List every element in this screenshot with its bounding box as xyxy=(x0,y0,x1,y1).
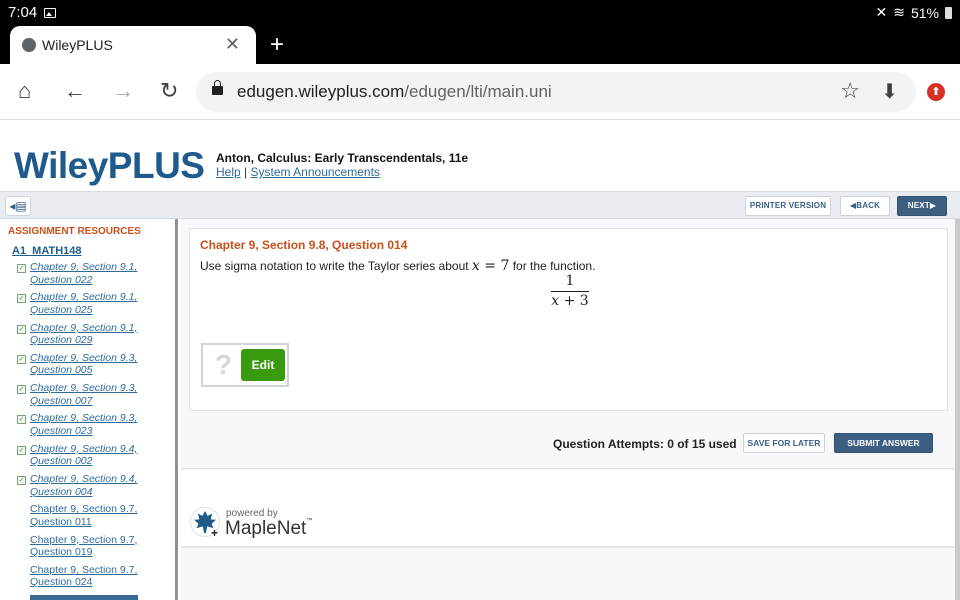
completed-check-icon: ✓ xyxy=(17,385,26,395)
submit-answer-button[interactable]: SUBMIT ANSWER xyxy=(834,433,933,453)
question-toolbar: ◂▤ PRINTER VERSION ◀BACK NEXT▶ xyxy=(0,191,960,219)
battery-icon xyxy=(945,6,952,19)
sidebar-question-item[interactable]: ✓ Chapter 9, Section 9.1, Question 029 xyxy=(14,322,174,352)
sidebar-question-item[interactable]: Chapter 9, Section 9.7, Question 024 xyxy=(14,564,174,594)
sidebar-question-item[interactable]: Chapter 9, Section 9.7, Question 011 xyxy=(14,503,174,533)
assignment-link[interactable]: A1_MATH148 xyxy=(12,245,82,257)
link-separator: | xyxy=(244,165,248,179)
sidebar-question-item[interactable]: ✓ Chapter 9, Section 9.1, Question 022 xyxy=(14,261,174,291)
question-panel: Chapter 9, Section 9.8, Question 014 Use… xyxy=(181,219,960,600)
wileyplus-logo[interactable]: WileyPLUS xyxy=(14,145,205,187)
collapse-sidebar-button[interactable]: ◂▤ xyxy=(5,196,31,216)
question-link[interactable]: Chapter 9, Section 9.1, Question 022 xyxy=(30,261,137,286)
function-fraction: 1 x + 3 xyxy=(551,273,589,309)
question-link[interactable]: Chapter 9, Section 9.3, Question 023 xyxy=(30,412,137,437)
printer-version-button[interactable]: PRINTER VERSION xyxy=(745,196,831,216)
question-link[interactable]: Chapter 9, Section 9.3, Question 005 xyxy=(30,352,137,377)
question-link[interactable]: Chapter 9, Section 9.3, Question 007 xyxy=(30,382,137,407)
question-link[interactable]: Chapter 9, Section 9.7, Question 024 xyxy=(30,564,137,589)
clock: 7:04 xyxy=(8,4,38,21)
question-title: Chapter 9, Section 9.8, Question 014 xyxy=(200,238,408,252)
sidebar-question-item[interactable]: ✓ Chapter 9, Section 9.4, Question 004 xyxy=(14,473,174,503)
maplenet-logo: MapleNet™ xyxy=(225,518,313,539)
save-for-later-button[interactable]: SAVE FOR LATER xyxy=(743,433,825,453)
browser-toolbar: ⌂ ← → ↻ edugen.wileyplus.com/edugen/lti/… xyxy=(0,64,960,120)
bookmark-star-icon[interactable]: ☆ xyxy=(840,78,860,104)
fraction-denominator: x + 3 xyxy=(551,293,589,309)
page-scrollbar[interactable] xyxy=(955,219,960,600)
question-text: Use sigma notation to write the Taylor s… xyxy=(200,258,596,274)
forward-arrow-icon[interactable]: → xyxy=(112,80,134,102)
maple-leaf-icon: + xyxy=(190,507,220,540)
answer-input-box[interactable]: ? Edit xyxy=(201,343,289,387)
completed-check-icon: ✓ xyxy=(17,294,26,304)
globe-icon xyxy=(22,38,36,52)
lock-icon xyxy=(212,80,223,95)
extension-upload-icon[interactable]: ⬆ xyxy=(927,83,945,101)
maplenet-branding: + powered by MapleNet™ xyxy=(181,470,960,548)
site-header: WileyPLUS Anton, Calculus: Early Transce… xyxy=(0,121,960,191)
url-text[interactable]: edugen.wileyplus.com/edugen/lti/main.uni xyxy=(237,82,552,102)
browser-tab[interactable]: WileyPLUS ✕ xyxy=(10,26,256,64)
question-card: Chapter 9, Section 9.8, Question 014 Use… xyxy=(189,228,948,411)
back-arrow-icon[interactable]: ← xyxy=(64,80,86,102)
question-link[interactable]: Chapter 9, Section 9.1, Question 025 xyxy=(30,291,137,316)
sidebar-question-item[interactable]: ✓ Chapter 9, Section 9.3, Question 007 xyxy=(14,382,174,412)
question-list: ✓ Chapter 9, Section 9.1, Question 022 ✓ Cha… xyxy=(14,261,174,594)
question-link[interactable]: Chapter 9, Section 9.7, Question 011 xyxy=(30,503,137,528)
completed-check-icon: ✓ xyxy=(17,354,26,364)
fraction-numerator: 1 xyxy=(551,273,589,292)
download-icon[interactable]: ⬇ xyxy=(881,79,898,104)
selected-question-item[interactable] xyxy=(30,595,138,600)
system-announcements-link[interactable]: System Announcements xyxy=(251,165,380,179)
back-button[interactable]: ◀BACK xyxy=(840,196,890,216)
assignment-sidebar: ASSIGNMENT RESOURCES A1_MATH148 ✓ Chapter… xyxy=(0,219,178,600)
question-link[interactable]: Chapter 9, Section 9.7, Question 019 xyxy=(30,534,137,559)
new-tab-button[interactable]: + xyxy=(270,31,284,59)
completed-check-icon: ✓ xyxy=(17,476,26,486)
image-notification-icon xyxy=(44,8,56,18)
completed-check-icon: ✓ xyxy=(17,324,26,334)
completed-check-icon: ✓ xyxy=(17,264,26,273)
header-links: Help | System Announcements xyxy=(216,165,380,179)
battery-percent: 51% xyxy=(910,4,939,21)
question-link[interactable]: Chapter 9, Section 9.4, Question 004 xyxy=(30,473,137,498)
question-link[interactable]: Chapter 9, Section 9.4, Question 002 xyxy=(30,443,137,468)
question-attempts: Question Attempts: 0 of 15 used xyxy=(553,437,737,451)
tab-strip: WileyPLUS ✕ + xyxy=(0,26,960,64)
sidebar-title: ASSIGNMENT RESOURCES xyxy=(8,226,141,237)
sidebar-question-item[interactable]: ✓ Chapter 9, Section 9.1, Question 025 xyxy=(14,291,174,321)
answer-actions: Question Attempts: 0 of 15 used SAVE FOR… xyxy=(181,419,960,469)
address-bar[interactable]: edugen.wileyplus.com/edugen/lti/main.uni… xyxy=(196,72,916,112)
question-link[interactable]: Chapter 9, Section 9.1, Question 029 xyxy=(30,322,137,347)
home-icon[interactable]: ⌂ xyxy=(18,80,31,102)
close-tab-icon[interactable]: ✕ xyxy=(225,34,240,55)
sidebar-question-item[interactable]: ✓ Chapter 9, Section 9.3, Question 005 xyxy=(14,352,174,382)
next-button[interactable]: NEXT▶ xyxy=(897,196,947,216)
mute-icon: ✕ xyxy=(875,4,888,20)
wifi-icon: ≋ xyxy=(893,4,905,20)
sidebar-question-item[interactable]: ✓ Chapter 9, Section 9.3, Question 023 xyxy=(14,412,174,442)
status-bar: 7:04 ✕ ≋ 51% xyxy=(0,0,960,26)
help-link[interactable]: Help xyxy=(216,165,241,179)
book-title: Anton, Calculus: Early Transcendentals, … xyxy=(216,151,469,165)
status-icons: ✕ ≋ 51% xyxy=(875,4,952,21)
completed-check-icon: ✓ xyxy=(17,415,26,425)
collapse-sidebar-icon: ◂▤ xyxy=(9,199,27,213)
question-mark-icon: ? xyxy=(215,349,233,380)
tab-title: WileyPLUS xyxy=(42,37,113,53)
sidebar-question-item[interactable]: ✓ Chapter 9, Section 9.4, Question 002 xyxy=(14,443,174,473)
completed-check-icon: ✓ xyxy=(17,445,26,455)
edit-answer-button[interactable]: Edit xyxy=(241,349,285,381)
sidebar-question-item[interactable]: Chapter 9, Section 9.7, Question 019 xyxy=(14,534,174,564)
reload-icon[interactable]: ↻ xyxy=(160,80,178,102)
